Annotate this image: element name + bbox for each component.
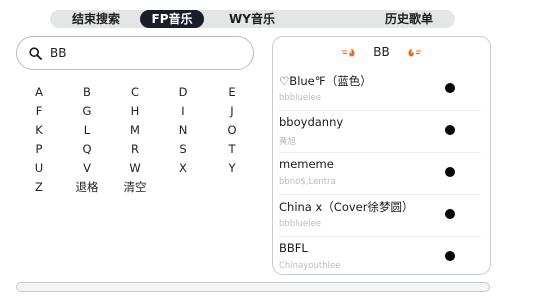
select-dot-icon[interactable] (445, 125, 455, 135)
song-title: BBFL (279, 241, 308, 255)
select-dot-icon[interactable] (445, 209, 455, 219)
key-n[interactable]: N (165, 121, 201, 139)
results-query: BB (373, 45, 390, 59)
key-x[interactable]: X (165, 159, 201, 177)
key-e[interactable]: E (214, 83, 250, 101)
song-artist: bbbluelee (279, 219, 321, 229)
key-g[interactable]: G (69, 102, 105, 120)
song-title: China x（Cover徐梦圆） (279, 200, 414, 214)
results-panel: BB ♡Blue℉（蓝色） bbbluelee bboydanny 黄旭 mem… (272, 36, 491, 275)
letter-keyboard: A B C D E F G H I J K L M N O P Q R S T … (0, 0, 260, 200)
key-l[interactable]: L (69, 121, 105, 139)
song-artist: Chinayouthlee (279, 261, 341, 271)
key-m[interactable]: M (117, 121, 153, 139)
key-d[interactable]: D (165, 83, 201, 101)
select-dot-icon[interactable] (445, 83, 455, 93)
key-i[interactable]: I (165, 102, 201, 120)
tab-history-playlist[interactable]: 历史歌单 (380, 10, 438, 28)
list-item[interactable]: mememe bbno$,Lentra (279, 153, 481, 195)
select-dot-icon[interactable] (445, 167, 455, 177)
song-artist: bbbluelee (279, 93, 321, 103)
song-title: ♡Blue℉（蓝色） (279, 74, 372, 88)
key-o[interactable]: O (214, 121, 250, 139)
backspace-key[interactable]: 退格 (69, 178, 105, 196)
select-dot-icon[interactable] (445, 251, 455, 261)
key-y[interactable]: Y (214, 159, 250, 177)
list-item[interactable]: bboydanny 黄旭 (279, 111, 481, 153)
clear-key[interactable]: 清空 (117, 178, 153, 196)
results-list: ♡Blue℉（蓝色） bbbluelee bboydanny 黄旭 mememe… (279, 69, 481, 274)
list-item[interactable]: BBFL Chinayouthlee (279, 237, 481, 274)
list-item[interactable]: ♡Blue℉（蓝色） bbbluelee (279, 69, 481, 111)
key-b[interactable]: B (69, 83, 105, 101)
key-z[interactable]: Z (21, 178, 57, 196)
key-f[interactable]: F (21, 102, 57, 120)
key-r[interactable]: R (117, 140, 153, 158)
song-title: bboydanny (279, 115, 344, 129)
key-j[interactable]: J (214, 102, 250, 120)
results-header: BB (273, 37, 490, 69)
key-p[interactable]: P (21, 140, 57, 158)
key-w[interactable]: W (117, 159, 153, 177)
song-title: mememe (279, 157, 334, 171)
key-q[interactable]: Q (69, 140, 105, 158)
key-s[interactable]: S (165, 140, 201, 158)
flame-icon (408, 48, 421, 57)
bottom-progress-bar[interactable] (16, 282, 490, 292)
key-u[interactable]: U (21, 159, 57, 177)
key-t[interactable]: T (214, 140, 250, 158)
list-item[interactable]: China x（Cover徐梦圆） bbbluelee (279, 195, 481, 237)
key-a[interactable]: A (21, 83, 57, 101)
song-artist: 黄旭 (279, 137, 297, 147)
song-artist: bbno$,Lentra (279, 177, 336, 187)
key-v[interactable]: V (69, 159, 105, 177)
key-c[interactable]: C (117, 83, 153, 101)
key-h[interactable]: H (117, 102, 153, 120)
key-k[interactable]: K (21, 121, 57, 139)
